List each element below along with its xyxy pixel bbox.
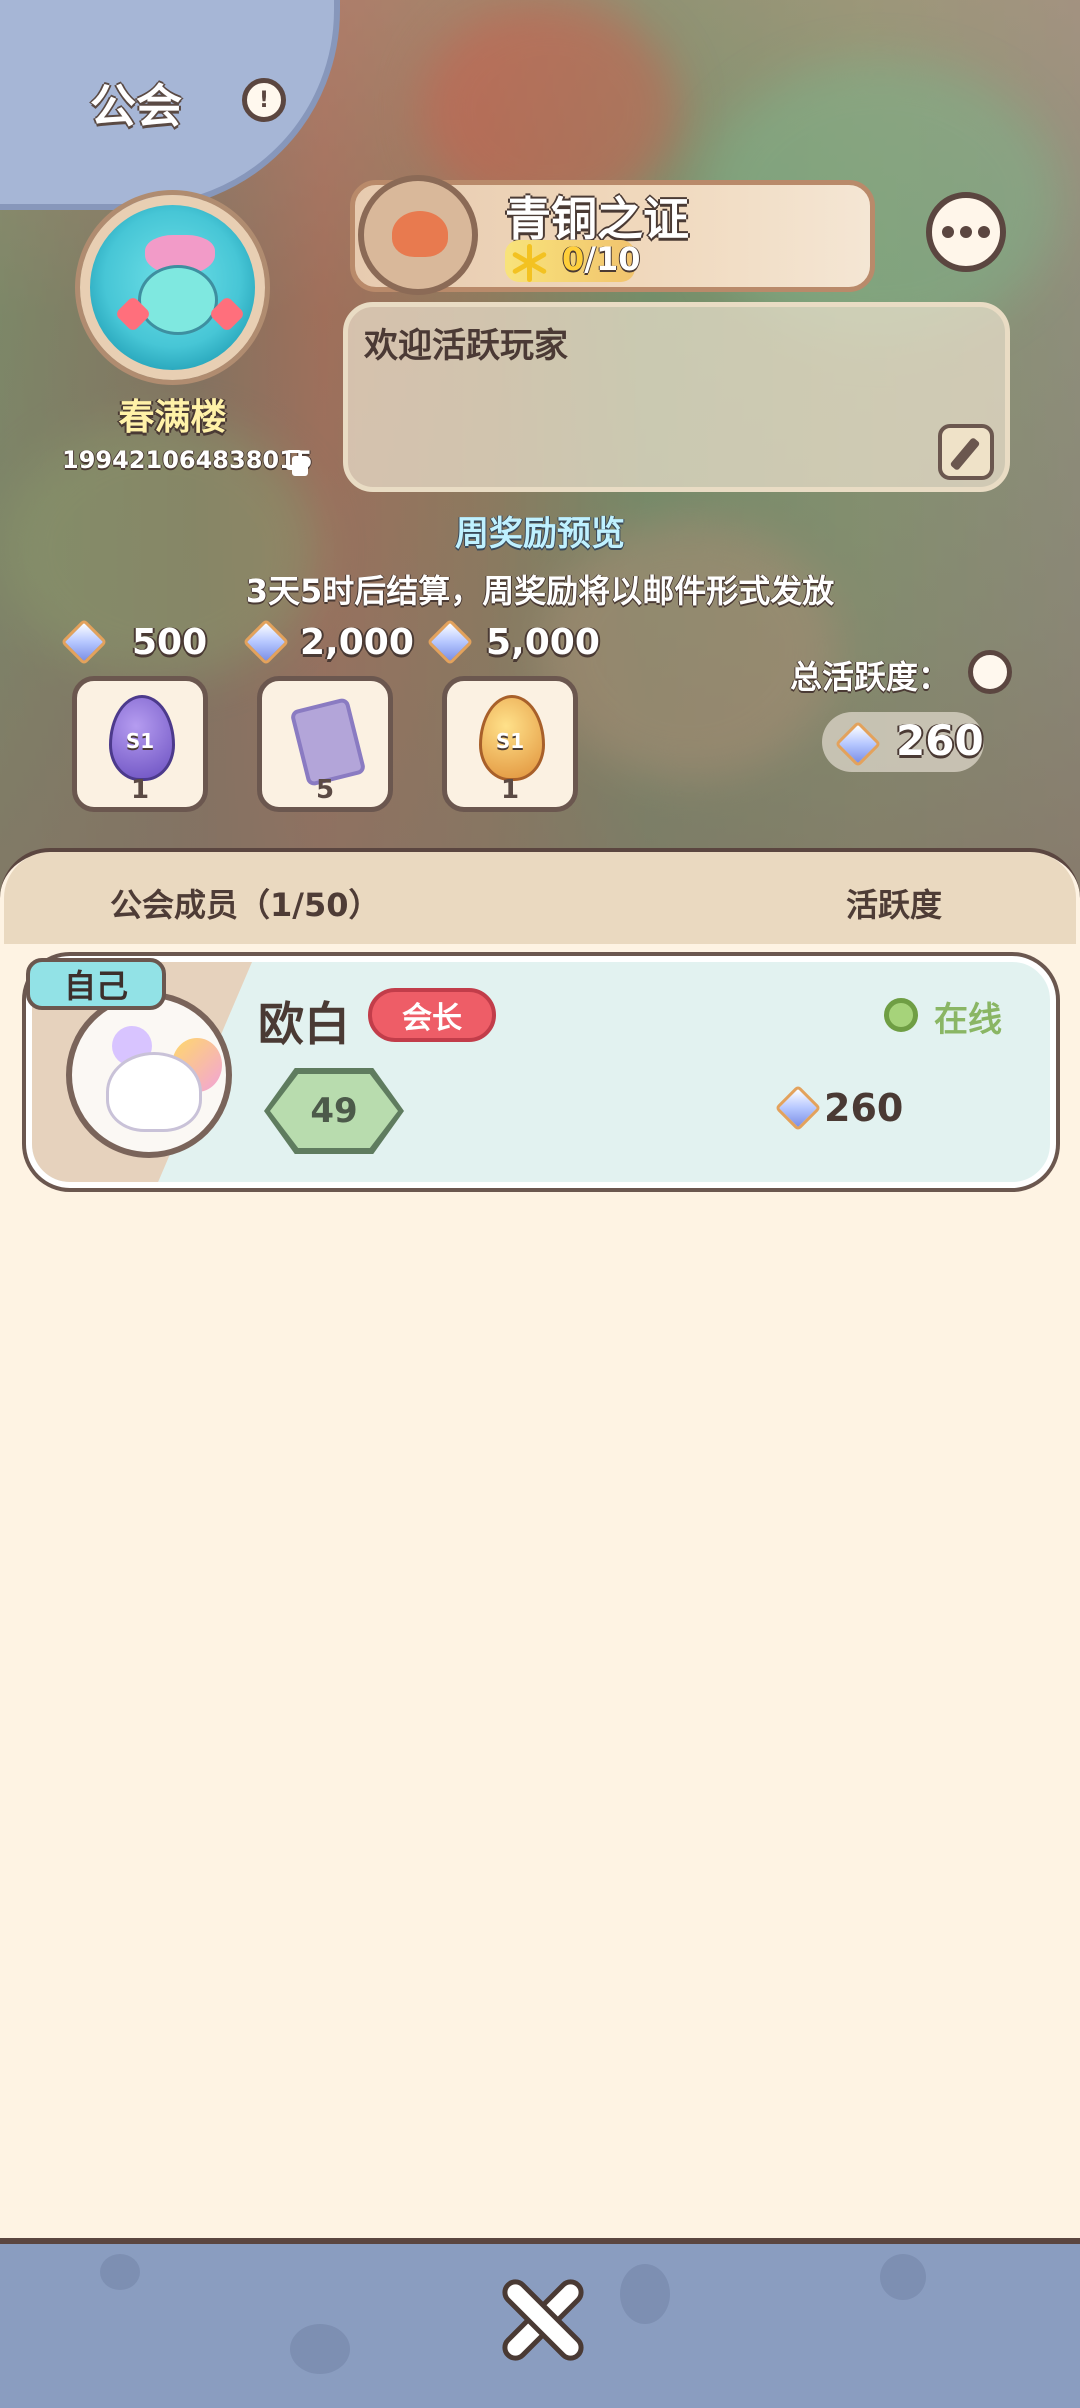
page-title: 公会 bbox=[90, 79, 182, 133]
weekly-reward-countdown: 3天5时后结算，周奖励将以邮件形式发放 bbox=[245, 572, 835, 610]
star-icon bbox=[510, 244, 548, 282]
members-count-label: 公会成员（1/50） bbox=[110, 886, 381, 924]
online-status-text: 在线 bbox=[934, 1000, 1002, 1040]
total-activity-label: 总活跃度： bbox=[790, 658, 951, 696]
reward-card[interactable]: 5 bbox=[257, 676, 393, 812]
paw-icon bbox=[290, 2324, 350, 2374]
tier-threshold: 500 bbox=[132, 622, 208, 663]
total-activity-value: 260 bbox=[896, 716, 984, 765]
guild-name: 春满楼 bbox=[118, 397, 227, 438]
reward-card[interactable]: S1 1 bbox=[442, 676, 578, 812]
card-icon bbox=[289, 696, 367, 788]
info-icon[interactable] bbox=[968, 650, 1012, 694]
guild-notice-text: 欢迎活跃玩家 bbox=[364, 326, 568, 366]
mascot-icon bbox=[138, 265, 218, 335]
member-activity-value: 260 bbox=[824, 1086, 904, 1130]
reward-card[interactable]: S1 1 bbox=[72, 676, 208, 812]
more-icon[interactable] bbox=[926, 192, 1006, 272]
paw-icon bbox=[620, 2264, 670, 2324]
self-tag: 自己 bbox=[26, 958, 166, 1010]
tier-threshold: 5,000 bbox=[486, 622, 600, 663]
cat-avatar-icon[interactable] bbox=[66, 992, 232, 1158]
info-icon[interactable]: ! bbox=[242, 78, 286, 122]
role-badge: 会长 bbox=[368, 988, 496, 1042]
edit-icon[interactable] bbox=[938, 424, 994, 480]
frog-badge-icon bbox=[358, 175, 478, 295]
reward-quantity: 5 bbox=[315, 775, 335, 805]
guild-id: 199421064838015 bbox=[62, 446, 313, 474]
reward-quantity: 1 bbox=[500, 775, 520, 805]
copy-icon[interactable] bbox=[286, 450, 308, 476]
member-level-badge: 49 bbox=[264, 1068, 404, 1154]
activity-column-label: 活跃度 bbox=[846, 886, 943, 924]
rank-progress-text: 0/10 bbox=[562, 240, 641, 278]
tier-threshold: 2,000 bbox=[300, 622, 414, 663]
paw-icon bbox=[880, 2254, 926, 2300]
guild-emblem-icon[interactable] bbox=[80, 195, 265, 380]
reward-quantity: 1 bbox=[130, 775, 150, 805]
weekly-reward-preview-link[interactable]: 周奖励预览 bbox=[0, 506, 1080, 555]
online-status-icon bbox=[884, 998, 918, 1032]
paw-icon bbox=[100, 2254, 140, 2290]
member-name: 欧白 bbox=[258, 997, 350, 1051]
close-icon[interactable] bbox=[490, 2270, 590, 2370]
